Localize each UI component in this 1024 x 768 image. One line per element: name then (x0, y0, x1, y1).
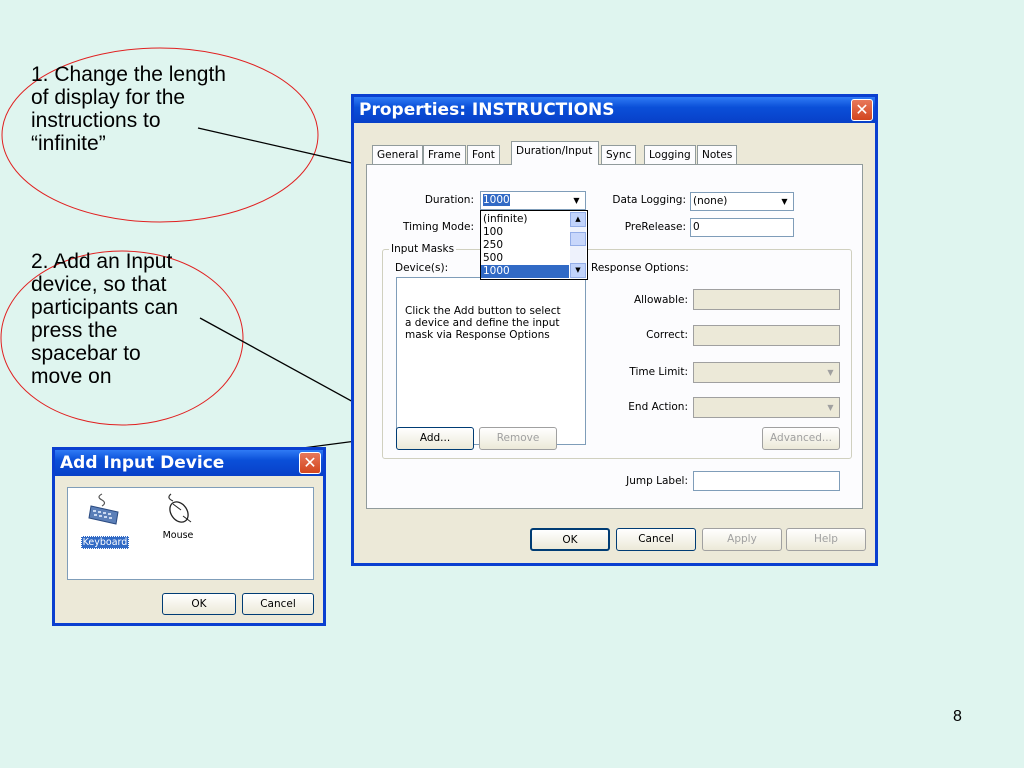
duration-label: Duration: (424, 194, 474, 206)
device-list[interactable]: Keyboard Mouse (67, 487, 314, 580)
end-action-label: End Action: (628, 401, 688, 413)
add-input-titlebar: Add Input Device (55, 450, 323, 476)
time-limit-select[interactable]: ▼ (693, 362, 840, 383)
add-input-ok-button[interactable]: OK (162, 593, 236, 615)
prerelease-label: PreRelease: (624, 221, 686, 233)
annotation-note-2: 2. Add an Input device, so that particip… (31, 250, 179, 388)
cancel-button[interactable]: Cancel (616, 528, 696, 551)
jump-label-input[interactable] (693, 471, 840, 491)
remove-device-button[interactable]: Remove (479, 427, 557, 450)
time-limit-label: Time Limit: (629, 366, 688, 378)
timing-mode-label: Timing Mode: (403, 221, 474, 233)
add-input-device-dialog: Add Input Device ✕ Keyboard Mouse OK Can… (52, 447, 326, 626)
chevron-down-icon[interactable]: ▼ (823, 364, 838, 381)
data-logging-label: Data Logging: (612, 194, 686, 206)
scroll-down-icon[interactable]: ▼ (570, 263, 586, 278)
close-icon: ✕ (303, 453, 317, 472)
add-input-title: Add Input Device (60, 453, 225, 473)
chevron-down-icon[interactable]: ▼ (777, 194, 792, 209)
duration-option[interactable]: 250 (481, 239, 569, 252)
ok-button[interactable]: OK (530, 528, 610, 551)
keyboard-icon (88, 493, 119, 525)
page-number: 8 (953, 708, 962, 725)
help-button[interactable]: Help (786, 528, 866, 551)
properties-dialog: Properties: INSTRUCTIONS ✕ General Frame… (351, 94, 878, 566)
data-logging-select[interactable]: (none) ▼ (690, 192, 794, 211)
correct-label: Correct: (646, 329, 688, 341)
jump-label-label: Jump Label: (626, 475, 688, 487)
allowable-input[interactable] (693, 289, 840, 310)
scroll-up-icon[interactable]: ▲ (570, 212, 586, 227)
tab-frame[interactable]: Frame (423, 145, 466, 164)
chevron-down-icon[interactable]: ▼ (569, 193, 584, 208)
tab-general[interactable]: General (372, 145, 424, 164)
prerelease-input[interactable]: 0 (690, 218, 794, 237)
input-masks-label: Input Masks (389, 243, 457, 255)
add-device-button[interactable]: Add... (396, 427, 474, 450)
tab-duration-input[interactable]: Duration/Input (511, 141, 599, 165)
duration-option[interactable]: (infinite) (481, 213, 569, 226)
device-label-keyboard: Keyboard (80, 536, 130, 549)
duration-select[interactable]: 1000 ▼ (480, 191, 586, 210)
device-label-mouse: Mouse (162, 530, 194, 541)
tab-notes[interactable]: Notes (697, 145, 738, 164)
device-item-mouse[interactable]: Mouse (153, 492, 203, 541)
advanced-button[interactable]: Advanced... (762, 427, 840, 450)
duration-option[interactable]: 500 (481, 252, 569, 265)
devices-label: Device(s): (395, 262, 449, 274)
tab-sync[interactable]: Sync (601, 145, 637, 164)
add-input-close-button[interactable]: ✕ (299, 452, 321, 474)
duration-option[interactable]: 1000 (481, 265, 569, 278)
end-action-select[interactable]: ▼ (693, 397, 840, 418)
device-item-keyboard[interactable]: Keyboard (80, 492, 130, 549)
allowable-label: Allowable: (633, 294, 688, 306)
devices-list[interactable]: Click the Add button to select a device … (396, 277, 586, 445)
response-options-label: Response Options: (591, 262, 689, 274)
duration-options-list[interactable]: (infinite) 100 250 500 1000 ▲ ▼ (480, 210, 588, 280)
add-input-cancel-button[interactable]: Cancel (242, 593, 314, 615)
scroll-thumb[interactable] (570, 232, 586, 246)
chevron-down-icon[interactable]: ▼ (823, 399, 838, 416)
devices-hint: Click the Add button to select a device … (405, 305, 561, 341)
mouse-icon (168, 493, 192, 523)
tab-logging[interactable]: Logging (644, 145, 696, 164)
annotation-note-1: 1. Change the length of display for the … (31, 63, 226, 155)
duration-option[interactable]: 100 (481, 226, 569, 239)
apply-button[interactable]: Apply (702, 528, 782, 551)
tab-font[interactable]: Font (467, 145, 500, 164)
correct-input[interactable] (693, 325, 840, 346)
duration-scrollbar[interactable]: ▲ ▼ (570, 212, 586, 278)
